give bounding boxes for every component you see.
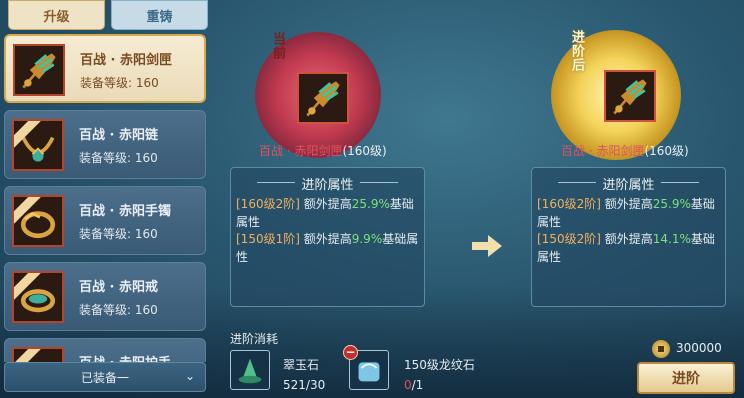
current-badge: 当前: [270, 32, 285, 60]
cost-label: 进阶消耗: [230, 332, 279, 346]
chevron-down-icon: ⌄: [184, 369, 195, 383]
item-name: 百战 · 赤阳剑匣: [80, 53, 172, 68]
next-item-level: (160级): [644, 144, 689, 158]
attr-line: [150级2阶] 额外提高14.1%基础属性: [537, 232, 715, 264]
attr-line: [160级2阶] 额外提高25.9%基础属性: [236, 197, 414, 229]
list-item[interactable]: 百战 · 赤阳手镯 装备等级: 160: [4, 186, 206, 255]
bracelet-icon: [12, 195, 64, 247]
coin-icon: [652, 340, 670, 358]
material-name: 翠玉石: [283, 358, 320, 372]
attr-panel-title: 进阶属性: [532, 174, 725, 193]
sword-case-icon[interactable]: [297, 72, 349, 124]
item-level: 装备等级: 160: [79, 303, 158, 317]
item-level: 装备等级: 160: [80, 76, 159, 90]
item-name: 百战 · 赤阳链: [79, 128, 158, 143]
ring-icon: [12, 271, 64, 323]
advance-button[interactable]: 进阶: [637, 362, 735, 394]
equipped-filter-dropdown[interactable]: 已装备一 ⌄: [4, 362, 206, 392]
item-name: 百战 · 赤阳护手: [79, 352, 171, 362]
list-item[interactable]: 百战 · 赤阳链 装备等级: 160: [4, 110, 206, 179]
gold-cost: 300000: [676, 341, 722, 355]
item-level: 装备等级: 160: [79, 151, 158, 165]
necklace-icon: [12, 119, 64, 171]
list-item[interactable]: 百战 · 赤阳剑匣 装备等级: 160: [4, 34, 206, 103]
current-attr-panel: 进阶属性 [160级2阶] 额外提高25.9%基础属性 [150级1阶] 额外提…: [230, 167, 425, 307]
equipped-filter-label: 已装备一: [80, 370, 129, 385]
minus-icon[interactable]: −: [343, 345, 358, 360]
equipment-list[interactable]: 百战 · 赤阳剑匣 装备等级: 160 百战 · 赤阳链 装备等级: 160 百…: [4, 30, 206, 362]
next-item-title: 百战 · 赤阳剑匣(160级): [561, 142, 689, 159]
sword-case-icon[interactable]: [604, 70, 656, 122]
attr-panel-title: 进阶属性: [231, 174, 424, 193]
sword-case-icon: [13, 44, 65, 96]
tab-upgrade[interactable]: 升级: [8, 0, 105, 30]
material-count: 521/30: [283, 378, 326, 392]
item-name: 百战 · 赤阳手镯: [79, 204, 171, 219]
attr-line: [150级1阶] 额外提高9.9%基础属性: [236, 232, 419, 264]
tab-recast[interactable]: 重铸: [111, 0, 208, 30]
current-item-title: 百战 · 赤阳剑匣(160级): [259, 142, 387, 159]
item-name: 百战 · 赤阳戒: [79, 280, 158, 295]
current-item-level: (160级): [342, 144, 387, 158]
material-count: 0/1: [404, 378, 424, 392]
current-item-name: 百战 · 赤阳剑匣: [259, 144, 343, 158]
arrow-right-icon: [472, 235, 502, 257]
material-name: 150级龙纹石: [404, 358, 475, 372]
next-attr-panel: 进阶属性 [160级2阶] 额外提高25.9%基础属性 [150级2阶] 额外提…: [531, 167, 726, 307]
list-item[interactable]: 百战 · 赤阳护手: [4, 338, 206, 362]
list-item[interactable]: 百战 · 赤阳戒 装备等级: 160: [4, 262, 206, 331]
jade-stone-icon[interactable]: [230, 350, 270, 390]
next-item-name: 百战 · 赤阳剑匣: [561, 144, 645, 158]
attr-line: [160级2阶] 额外提高25.9%基础属性: [537, 197, 715, 229]
next-badge: 进阶后: [569, 30, 584, 72]
gauntlet-icon: [12, 347, 64, 362]
item-level: 装备等级: 160: [79, 227, 158, 241]
